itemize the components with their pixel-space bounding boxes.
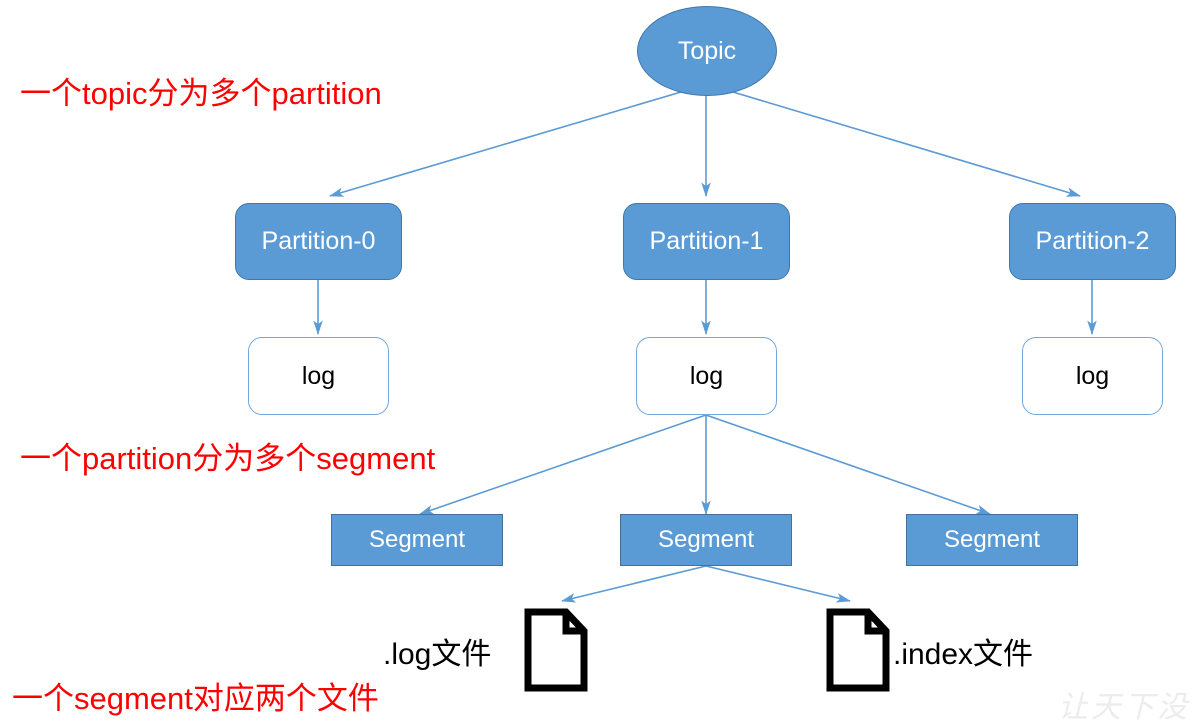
node-log-2-label: log (1075, 361, 1110, 390)
node-log-1-label: log (689, 361, 724, 390)
node-segment-0[interactable]: Segment (331, 514, 503, 566)
node-partition-2[interactable]: Partition-2 (1009, 203, 1176, 280)
node-partition-0-label: Partition-0 (261, 227, 376, 255)
node-segment-0-label: Segment (368, 526, 466, 553)
node-log-2[interactable]: log (1022, 337, 1163, 415)
document-icon-log[interactable] (524, 608, 588, 692)
annotation-partition-segment: 一个partition分为多个segment (20, 441, 436, 476)
edge-topic-partition-0 (329, 91, 682, 197)
file-label-index: .index文件 (893, 638, 1034, 671)
node-log-0-label: log (301, 361, 336, 390)
edge-log-1-segment-2 (705, 414, 991, 515)
node-topic-label: Topic (677, 36, 737, 65)
diagram-canvas: Topic Partition-0 Partition-1 Partition-… (0, 0, 1195, 725)
annotation-topic-partition: 一个topic分为多个partition (20, 76, 382, 111)
annotation-segment-files: 一个segment对应两个文件 (12, 681, 379, 716)
edge-segment-1-log-file (561, 565, 707, 603)
document-icon-index[interactable] (826, 608, 890, 692)
watermark: 让天下没 (1058, 690, 1190, 725)
node-segment-2[interactable]: Segment (906, 514, 1078, 566)
file-label-log: .log文件 (383, 638, 492, 671)
node-segment-1-label: Segment (657, 526, 755, 553)
edge-topic-partition-2 (732, 91, 1081, 197)
node-log-1[interactable]: log (636, 337, 777, 415)
node-partition-1[interactable]: Partition-1 (623, 203, 790, 280)
edge-log-1-segment-0 (419, 414, 707, 515)
node-segment-1[interactable]: Segment (620, 514, 792, 566)
node-segment-2-label: Segment (943, 526, 1041, 553)
node-partition-0[interactable]: Partition-0 (235, 203, 402, 280)
node-partition-1-label: Partition-1 (649, 227, 764, 255)
node-log-0[interactable]: log (248, 337, 389, 415)
edge-segment-1-index-file (705, 565, 851, 603)
node-partition-2-label: Partition-2 (1035, 227, 1150, 255)
node-topic[interactable]: Topic (637, 6, 777, 96)
